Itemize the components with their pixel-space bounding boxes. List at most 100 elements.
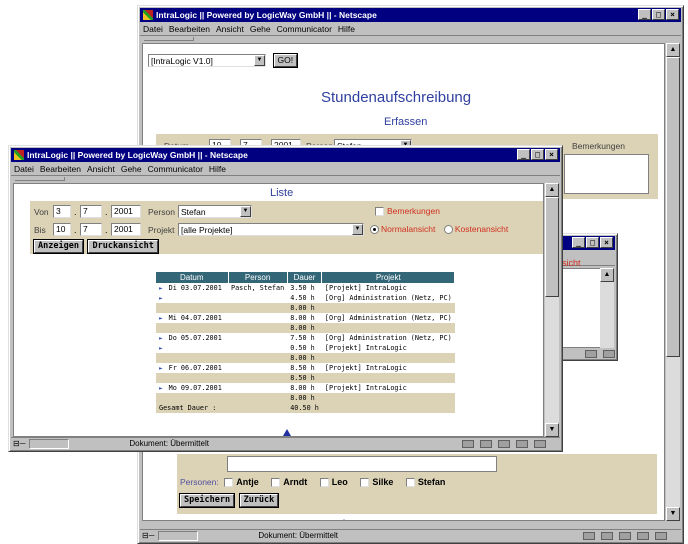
speichern-button[interactable]: Speichern (178, 493, 236, 508)
bullet-icon[interactable]: ► (156, 313, 166, 323)
front-browser-window: IntraLogic || Powered by LogicWay GmbH |… (8, 145, 563, 452)
scroll-up-arrow-icon[interactable]: ▲ (666, 43, 680, 57)
cell-datum (165, 343, 228, 353)
front-page-content: Liste Von 3 . 7 . 2001 Person Stefan ▼ Be… (13, 183, 544, 437)
cell-datum: Mi 04.07.2001 (165, 313, 228, 323)
von-day-input[interactable]: 3 (53, 205, 71, 218)
menu-datei[interactable]: Datei (143, 24, 163, 34)
druckansicht-button[interactable]: Druckansicht (87, 239, 159, 254)
bullet-icon[interactable]: ► (156, 283, 166, 293)
menu-hilfe[interactable]: Hilfe (338, 24, 355, 34)
checkbox-leo[interactable] (319, 478, 329, 488)
menu-communicator[interactable]: Communicator (277, 24, 332, 34)
bullet-icon[interactable]: ► (156, 363, 166, 373)
person-select[interactable]: Stefan▼ (178, 205, 252, 218)
front-menubar: Datei Bearbeiten Ansicht Gehe Communicat… (11, 163, 560, 175)
up-arrow-icon[interactable] (340, 519, 348, 520)
up-arrow-icon[interactable] (283, 429, 291, 436)
front-vertical-scrollbar[interactable]: ▲ ▼ (545, 183, 559, 437)
anzeigen-button[interactable]: Anzeigen (33, 239, 84, 254)
cell-person (228, 313, 288, 323)
bis-month-input[interactable]: 7 (80, 223, 102, 236)
scroll-thumb[interactable] (666, 57, 680, 357)
normalansicht-radio[interactable] (370, 225, 379, 235)
bullet-icon[interactable]: ► (156, 333, 166, 343)
menu-datei[interactable]: Datei (14, 164, 34, 174)
menu-ansicht[interactable]: Ansicht (87, 164, 115, 174)
app-select[interactable]: [IntraLogic V1.0] ▼ (148, 54, 266, 68)
kostenansicht-radio[interactable] (443, 225, 453, 235)
cell-datum (165, 303, 228, 313)
scroll-up-arrow-icon[interactable]: ▲ (600, 268, 614, 282)
von-year-input[interactable]: 2001 (111, 205, 141, 218)
bemerkungen-textarea[interactable] (564, 154, 649, 194)
scroll-down-arrow-icon[interactable]: ▼ (666, 507, 680, 521)
front-statusbar: ⊟─ Dokument: Übermittelt (11, 437, 560, 449)
bis-year-input[interactable]: 2001 (111, 223, 141, 236)
cell-projekt: [Org] Administration (Netz, PC) (321, 333, 455, 343)
cell-projekt (321, 393, 455, 403)
progress-cell (158, 530, 199, 541)
middle-vertical-scrollbar[interactable]: ▲ (600, 268, 614, 348)
projekt-select[interactable]: [alle Projekte] ▼ (178, 223, 364, 236)
section-title: Erfassen (384, 116, 428, 128)
bullet-icon[interactable]: ► (156, 343, 166, 353)
cell-person (228, 373, 288, 383)
col-person[interactable]: Person (228, 272, 288, 283)
maximize-button[interactable]: □ (531, 149, 544, 160)
zurueck-button[interactable]: Zurück (238, 493, 280, 508)
menu-bearbeiten[interactable]: Bearbeiten (169, 24, 210, 34)
bullet-icon (156, 303, 166, 313)
bemerkungen-checkbox[interactable] (375, 207, 384, 217)
scroll-thumb[interactable] (545, 197, 559, 297)
close-button[interactable]: × (666, 9, 679, 20)
bullet-icon[interactable]: ► (156, 383, 166, 393)
cell-person (228, 343, 288, 353)
table-row: ► Mo 09.07.2001 8.00 h [Projekt] IntraLogic (156, 383, 455, 393)
bullet-icon[interactable]: ► (156, 293, 166, 303)
checkbox-arndt[interactable] (271, 478, 281, 488)
scroll-down-arrow-icon[interactable]: ▼ (545, 423, 559, 437)
go-button[interactable]: GO! (272, 53, 299, 68)
menu-gehe[interactable]: Gehe (121, 164, 142, 174)
cell-dauer: 8.00 h (287, 323, 322, 333)
back-status-text: Dokument: Übermittelt (258, 531, 338, 540)
menu-gehe[interactable]: Gehe (250, 24, 271, 34)
minimize-button[interactable]: _ (572, 237, 585, 248)
menu-communicator[interactable]: Communicator (148, 164, 203, 174)
cell-projekt: [Projekt] IntraLogic (321, 363, 455, 373)
close-button[interactable]: × (545, 149, 558, 160)
scroll-up-arrow-icon[interactable]: ▲ (545, 183, 559, 197)
checkbox-silke[interactable] (360, 478, 370, 488)
checkbox-stefan[interactable] (405, 478, 415, 488)
close-button[interactable]: × (600, 237, 613, 248)
textarea-lower[interactable] (227, 456, 497, 472)
cell-projekt: [Projekt] IntraLogic (321, 383, 455, 393)
bemerkungen-label: Bemerkungen (572, 141, 625, 151)
bis-day-input[interactable]: 10 (53, 223, 71, 236)
minimize-button[interactable]: _ (517, 149, 530, 160)
back-vertical-scrollbar[interactable]: ▲ ▼ (666, 43, 680, 521)
cell-person (228, 303, 288, 313)
cell-person (228, 393, 288, 403)
table-row: ► 4.50 h [Org] Administration (Netz, PC) (156, 293, 455, 303)
menu-bearbeiten[interactable]: Bearbeiten (40, 164, 81, 174)
maximize-button[interactable]: □ (586, 237, 599, 248)
bullet-icon (156, 393, 166, 403)
page-title: Stundenaufschreibung (321, 89, 472, 106)
person-arndt-label: Arndt (283, 477, 308, 487)
von-month-input[interactable]: 7 (80, 205, 102, 218)
table-row: 8.50 h (156, 373, 455, 383)
menu-ansicht[interactable]: Ansicht (216, 24, 244, 34)
minimize-button[interactable]: _ (638, 9, 651, 20)
col-datum[interactable]: Datum (156, 272, 229, 283)
menu-hilfe[interactable]: Hilfe (209, 164, 226, 174)
col-dauer[interactable]: Dauer (287, 272, 323, 283)
security-icon: ⊟─ (13, 439, 26, 448)
checkbox-antje[interactable] (224, 478, 234, 488)
back-menubar: Datei Bearbeiten Ansicht Gehe Communicat… (140, 23, 681, 35)
component-bar (583, 531, 667, 540)
cell-dauer: 8.50 h (287, 373, 322, 383)
maximize-button[interactable]: □ (652, 9, 665, 20)
col-projekt[interactable]: Projekt (321, 272, 456, 283)
